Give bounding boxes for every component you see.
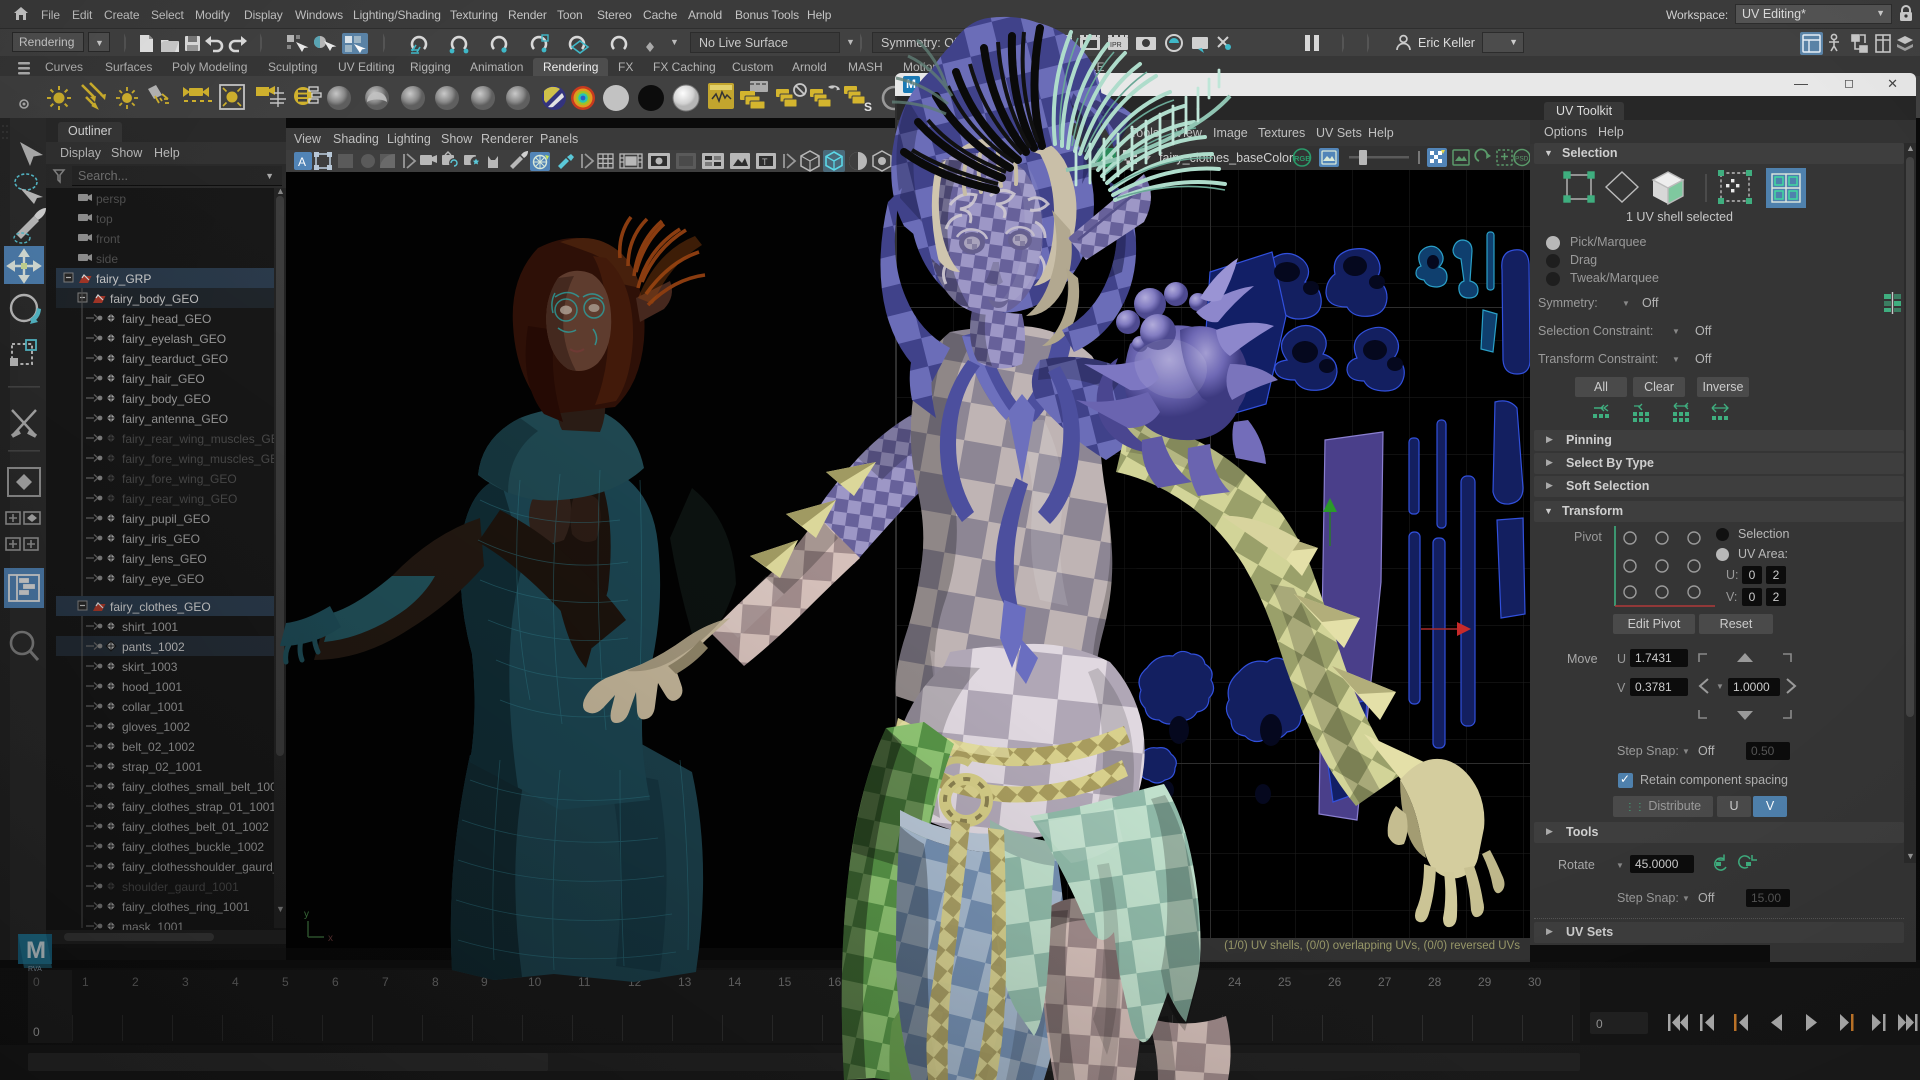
svg-text:RVA: RVA bbox=[28, 966, 42, 973]
svg-text:M: M bbox=[26, 937, 46, 964]
